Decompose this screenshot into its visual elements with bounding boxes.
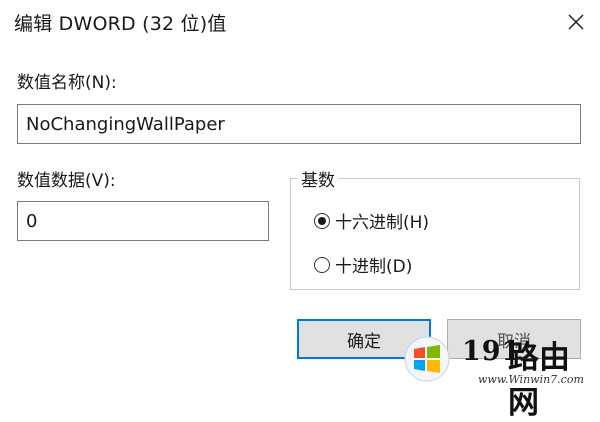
- site-watermark: 191 路由网 www.Winwin7.com: [404, 332, 600, 421]
- value-data-label: 数值数据(V):: [17, 171, 116, 191]
- radio-selected-dot: [318, 216, 326, 225]
- close-icon: [568, 14, 584, 30]
- window-title: 编辑 DWORD (32 位)值: [14, 13, 227, 35]
- radio-hex-button[interactable]: [314, 212, 330, 229]
- value-name-label: 数值名称(N):: [17, 73, 117, 93]
- windows-logo-icon: [404, 336, 450, 382]
- radio-decimal-button[interactable]: [314, 256, 330, 273]
- radio-decimal[interactable]: 十进制(D): [314, 252, 412, 277]
- base-legend: 基数: [297, 166, 339, 191]
- watermark-url: www.Winwin7.com: [478, 373, 584, 386]
- radio-hex-label: 十六进制(H): [335, 213, 430, 233]
- value-name-field[interactable]: NoChangingWallPaper: [17, 104, 581, 144]
- title-bar[interactable]: 编辑 DWORD (32 位)值: [0, 0, 600, 44]
- edit-dword-dialog: 编辑 DWORD (32 位)值 数值名称(N): NoChangingWall…: [0, 0, 600, 421]
- close-button[interactable]: [552, 0, 600, 44]
- radio-decimal-label: 十进制(D): [335, 257, 413, 277]
- value-data-field[interactable]: 0: [17, 201, 269, 241]
- radio-hex[interactable]: 十六进制(H): [314, 208, 429, 233]
